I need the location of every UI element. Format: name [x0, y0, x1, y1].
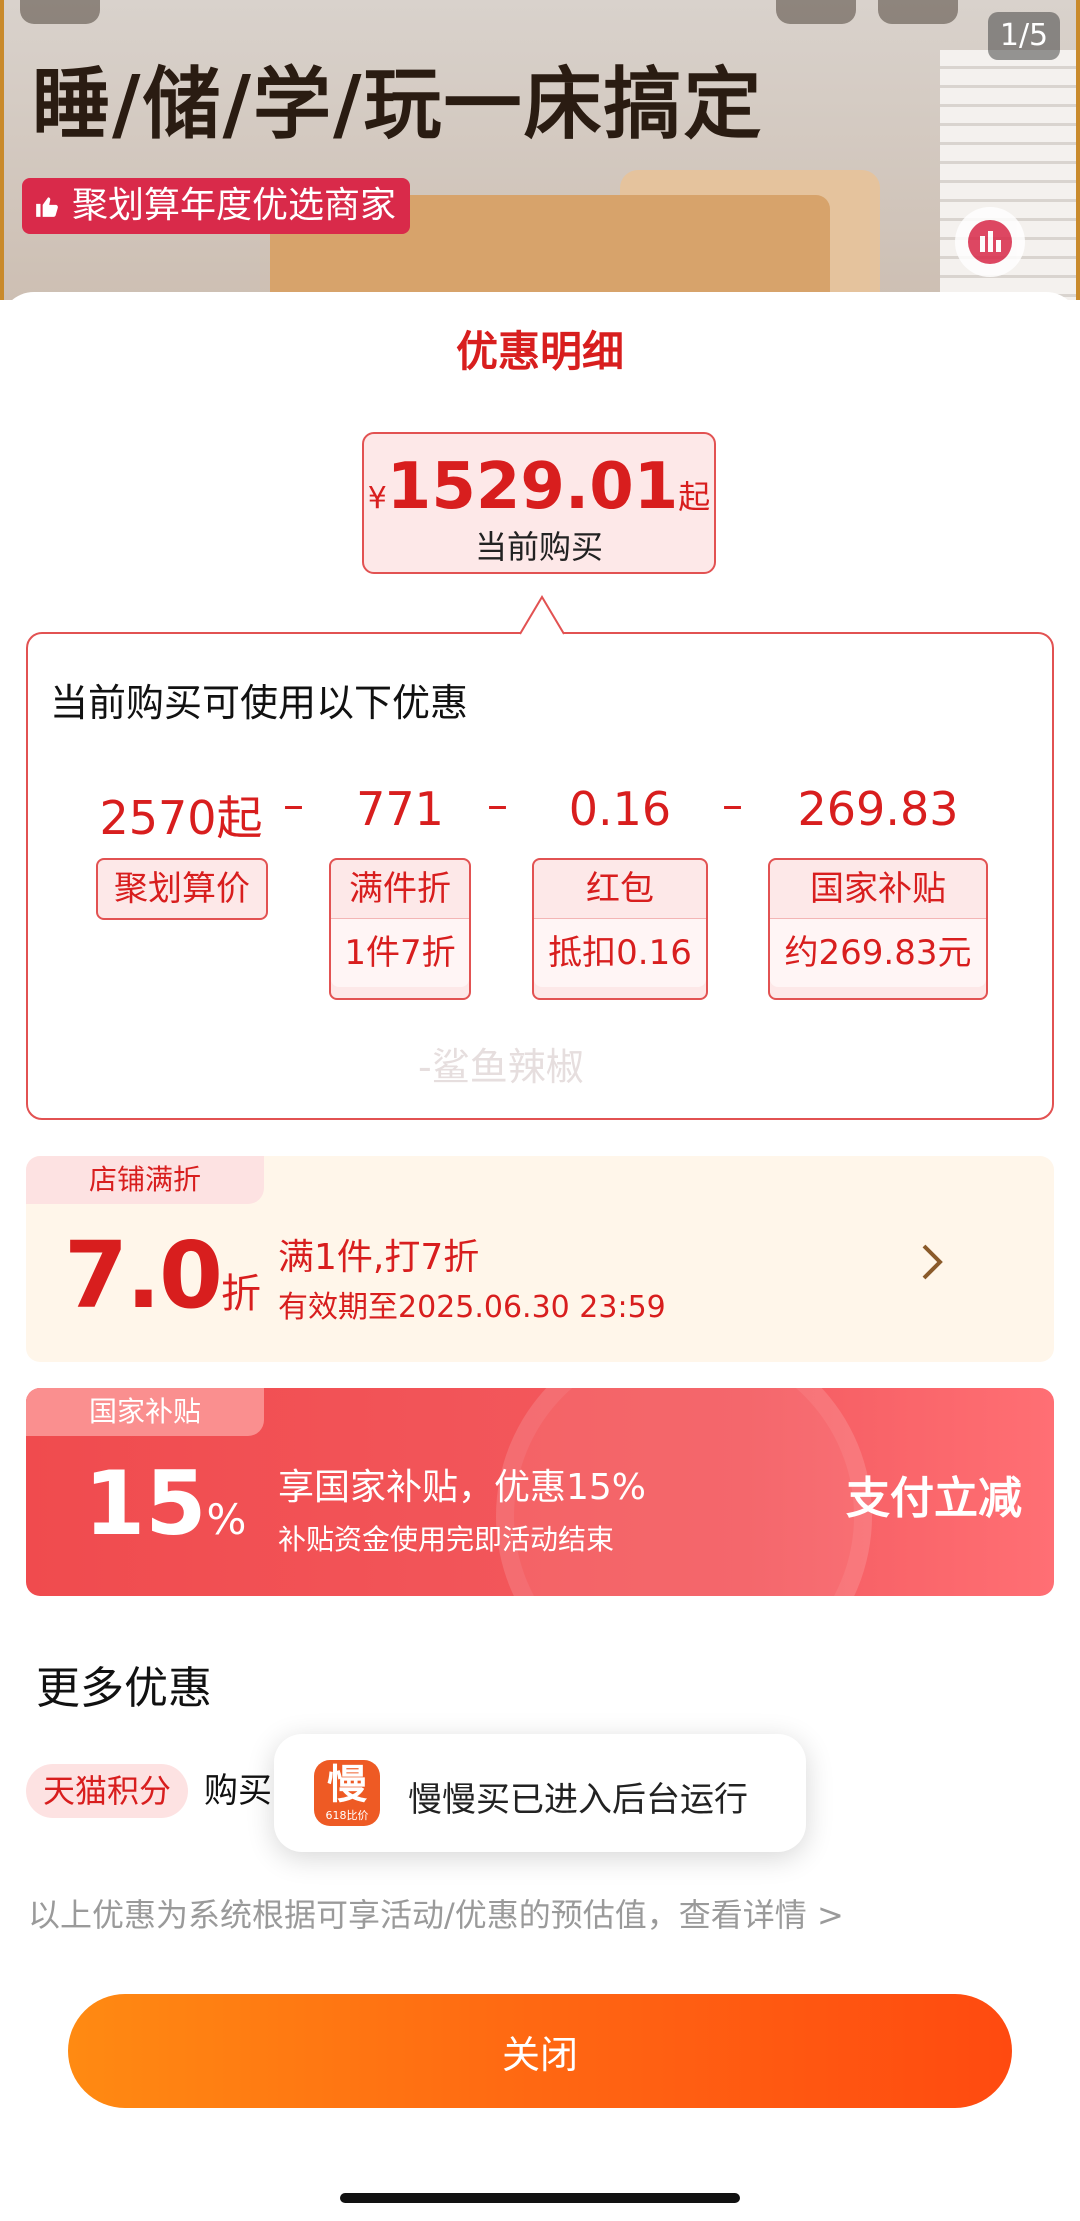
chip-label: 满件折 — [349, 869, 451, 909]
current-price: ¥1529.01起 — [364, 450, 714, 524]
pointer-caret — [520, 595, 564, 637]
store-discount-tag: 店铺满折 — [26, 1156, 264, 1204]
bar-chart-icon — [968, 220, 1012, 264]
rate-unit: % — [206, 1495, 247, 1544]
rate-unit: 折 — [220, 1271, 261, 1317]
home-indicator[interactable] — [340, 2193, 740, 2203]
store-discount-rate: 7.0折 — [64, 1222, 261, 1329]
discount-heading: 当前购买可使用以下优惠 — [50, 681, 469, 725]
subsidy-note: 补贴资金使用完即活动结束 — [278, 1523, 615, 1556]
subsidy-action-label: 支付立减 — [846, 1473, 1022, 1524]
chip-detail: 抵扣0.16 — [534, 918, 706, 987]
image-page-indicator: 1/5 — [988, 12, 1060, 60]
chip-detail: 约269.83元 — [770, 918, 986, 987]
store-discount-validity: 有效期至2025.06.30 23:59 — [278, 1290, 666, 1325]
close-button[interactable]: 关闭 — [68, 1994, 1012, 2108]
chip-label: 国家补贴 — [810, 869, 946, 909]
discount-value-redpacket: 0.16 — [568, 782, 672, 836]
minus-sign: – — [722, 780, 743, 829]
tmall-points-badge: 天猫积分 — [26, 1764, 188, 1818]
discount-value-base: 2570起 — [99, 791, 263, 845]
toast-message: 慢慢买已进入后台运行 — [408, 1780, 748, 1820]
watermark: -鲨鱼辣椒 — [418, 1045, 584, 1089]
banner-headline: 睡/储/学/玩一床搞定 — [32, 60, 764, 150]
disclaimer-link[interactable]: 以上优惠为系统根据可享活动/优惠的预估值，查看详情 > — [28, 1890, 844, 1936]
subsidy-rate: 15% — [84, 1452, 246, 1555]
share-button[interactable] — [776, 0, 856, 24]
current-price-box: ¥1529.01起 当前购买 — [362, 432, 716, 574]
chip-juhuasuan-price: 聚划算价 — [96, 858, 268, 920]
cart-button[interactable] — [878, 0, 958, 24]
price-chart-button[interactable] — [955, 207, 1025, 277]
thumbs-up-icon — [36, 197, 58, 217]
app-icon-glyph: 慢 — [327, 1762, 367, 1808]
back-button[interactable] — [20, 0, 100, 24]
chip-label: 红包 — [586, 869, 654, 909]
app-icon-subtext: 618比价 — [325, 1809, 369, 1822]
store-discount-rule: 满1件,打7折 — [278, 1237, 480, 1278]
manmanmai-app-icon: 慢 618比价 — [314, 1760, 380, 1826]
price-suffix: 起 — [678, 478, 711, 516]
chip-detail: 1件7折 — [331, 918, 469, 987]
chip-label: 聚划算价 — [114, 869, 250, 909]
subsidy-description: 享国家补贴，优惠15% — [278, 1467, 647, 1508]
rate-value: 7.0 — [64, 1222, 223, 1329]
minus-sign: – — [283, 780, 304, 829]
chevron-right-icon[interactable] — [918, 1240, 946, 1296]
seller-tag-label: 聚划算年度优选商家 — [72, 185, 397, 226]
discount-value-multi: 771 — [356, 782, 444, 836]
background-running-toast: 慢 618比价 慢慢买已进入后台运行 — [274, 1734, 806, 1852]
seller-tag: 聚划算年度优选商家 — [22, 178, 411, 234]
chip-multi-discount: 满件折 1件7折 — [329, 858, 471, 1000]
price-amount: 1529.01 — [386, 450, 679, 524]
minus-sign: – — [487, 780, 508, 829]
currency-symbol: ¥ — [367, 481, 387, 516]
subsidy-tag: 国家补贴 — [26, 1388, 264, 1436]
sheet-title: 优惠明细 — [455, 327, 624, 376]
discount-value-subsidy: 269.83 — [797, 782, 959, 836]
more-offers-text: 购买 — [204, 1771, 272, 1811]
chip-red-packet: 红包 抵扣0.16 — [532, 858, 708, 1000]
chip-national-subsidy: 国家补贴 约269.83元 — [768, 858, 988, 1000]
price-caption: 当前购买 — [474, 528, 603, 566]
rate-value: 15 — [84, 1452, 207, 1555]
more-offers-title: 更多优惠 — [36, 1663, 212, 1714]
